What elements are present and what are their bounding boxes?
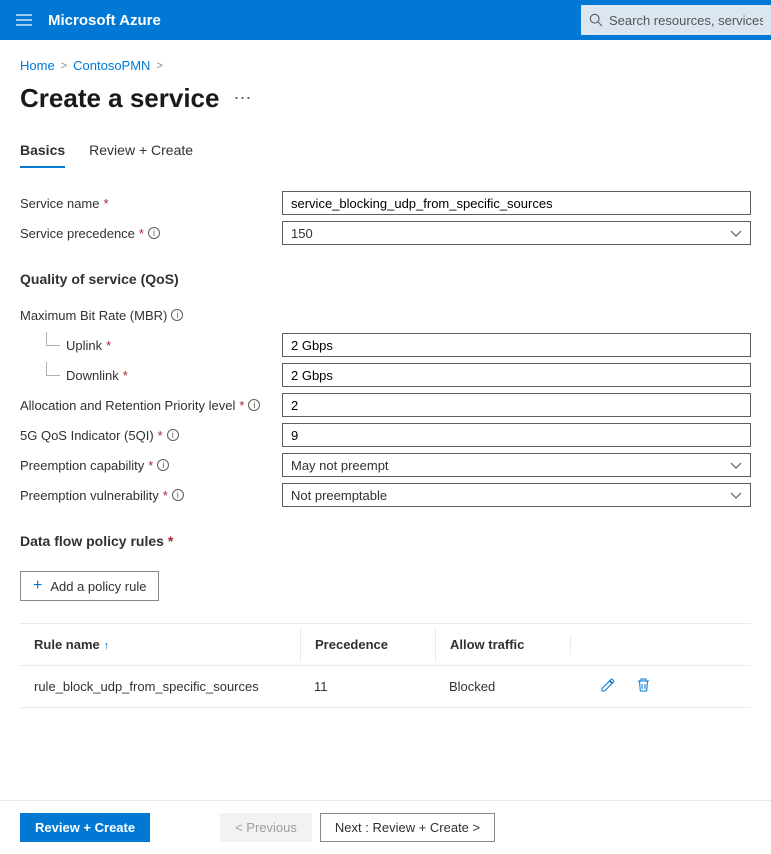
label-preempt-cap: Preemption capability* i	[20, 456, 282, 475]
chevron-right-icon: >	[61, 60, 67, 72]
tab-basics[interactable]: Basics	[20, 142, 65, 168]
label-downlink: Downlink*	[20, 366, 282, 385]
arp-input[interactable]	[282, 393, 751, 417]
global-search-input[interactable]: Search resources, services, and	[581, 5, 771, 35]
service-name-input[interactable]	[282, 191, 751, 215]
top-navbar: Microsoft Azure Search resources, servic…	[0, 0, 771, 40]
hamburger-menu-icon[interactable]	[8, 0, 40, 40]
label-preempt-vul: Preemption vulnerability* i	[20, 486, 282, 505]
col-rule-name[interactable]: Rule name↑	[20, 627, 300, 662]
preempt-cap-select[interactable]: May not preempt	[282, 453, 751, 477]
breadcrumb-home[interactable]: Home	[20, 58, 55, 73]
label-mbr: Maximum Bit Rate (MBR) i	[20, 306, 282, 325]
tabs: Basics Review + Create	[20, 142, 751, 169]
previous-button: < Previous	[220, 813, 312, 842]
search-placeholder: Search resources, services, and	[609, 13, 763, 28]
label-arp: Allocation and Retention Priority level*…	[20, 396, 282, 415]
page-body: Home > ContosoPMN > Create a service ⋯ B…	[0, 40, 771, 778]
fiveqi-input[interactable]	[282, 423, 751, 447]
sort-up-icon: ↑	[104, 640, 110, 652]
info-icon[interactable]: i	[171, 309, 183, 321]
qos-heading: Quality of service (QoS)	[20, 271, 751, 287]
breadcrumb-parent[interactable]: ContosoPMN	[73, 58, 150, 73]
breadcrumb: Home > ContosoPMN >	[20, 58, 751, 73]
search-icon	[589, 13, 603, 27]
label-service-precedence: Service precedence* i	[20, 224, 282, 243]
cell-allow: Blocked	[435, 669, 570, 704]
info-icon[interactable]: i	[148, 227, 160, 239]
info-icon[interactable]: i	[248, 399, 260, 411]
cell-rule-name: rule_block_udp_from_specific_sources	[20, 669, 300, 704]
col-precedence[interactable]: Precedence	[300, 627, 435, 662]
label-service-name: Service name*	[20, 194, 282, 213]
footer-bar: Review + Create < Previous Next : Review…	[0, 800, 771, 854]
add-policy-rule-button[interactable]: + Add a policy rule	[20, 571, 159, 601]
downlink-input[interactable]	[282, 363, 751, 387]
label-uplink: Uplink*	[20, 336, 282, 355]
chevron-right-icon: >	[156, 60, 162, 72]
service-precedence-select[interactable]: 150	[282, 221, 751, 245]
dfpr-heading: Data flow policy rules *	[20, 533, 751, 549]
tab-review-create[interactable]: Review + Create	[89, 142, 193, 168]
more-actions-icon[interactable]: ⋯	[233, 88, 253, 109]
table-row: rule_block_udp_from_specific_sources 11 …	[20, 666, 751, 708]
brand-label: Microsoft Azure	[48, 12, 161, 29]
plus-icon: +	[33, 578, 42, 594]
review-create-button[interactable]: Review + Create	[20, 813, 150, 842]
chevron-down-icon	[730, 226, 742, 241]
label-5qi: 5G QoS Indicator (5QI)* i	[20, 426, 282, 445]
preempt-vul-select[interactable]: Not preemptable	[282, 483, 751, 507]
info-icon[interactable]: i	[172, 489, 184, 501]
chevron-down-icon	[730, 458, 742, 473]
policy-rules-table: Rule name↑ Precedence Allow traffic rule…	[20, 623, 751, 708]
cell-precedence: 11	[300, 669, 435, 704]
table-header: Rule name↑ Precedence Allow traffic	[20, 624, 751, 666]
info-icon[interactable]: i	[157, 459, 169, 471]
delete-icon[interactable]	[636, 677, 651, 696]
edit-icon[interactable]	[600, 677, 616, 696]
next-button[interactable]: Next : Review + Create >	[320, 813, 495, 842]
col-allow-traffic[interactable]: Allow traffic	[435, 627, 570, 662]
chevron-down-icon	[730, 488, 742, 503]
uplink-input[interactable]	[282, 333, 751, 357]
info-icon[interactable]: i	[167, 429, 179, 441]
page-title: Create a service	[20, 83, 219, 114]
